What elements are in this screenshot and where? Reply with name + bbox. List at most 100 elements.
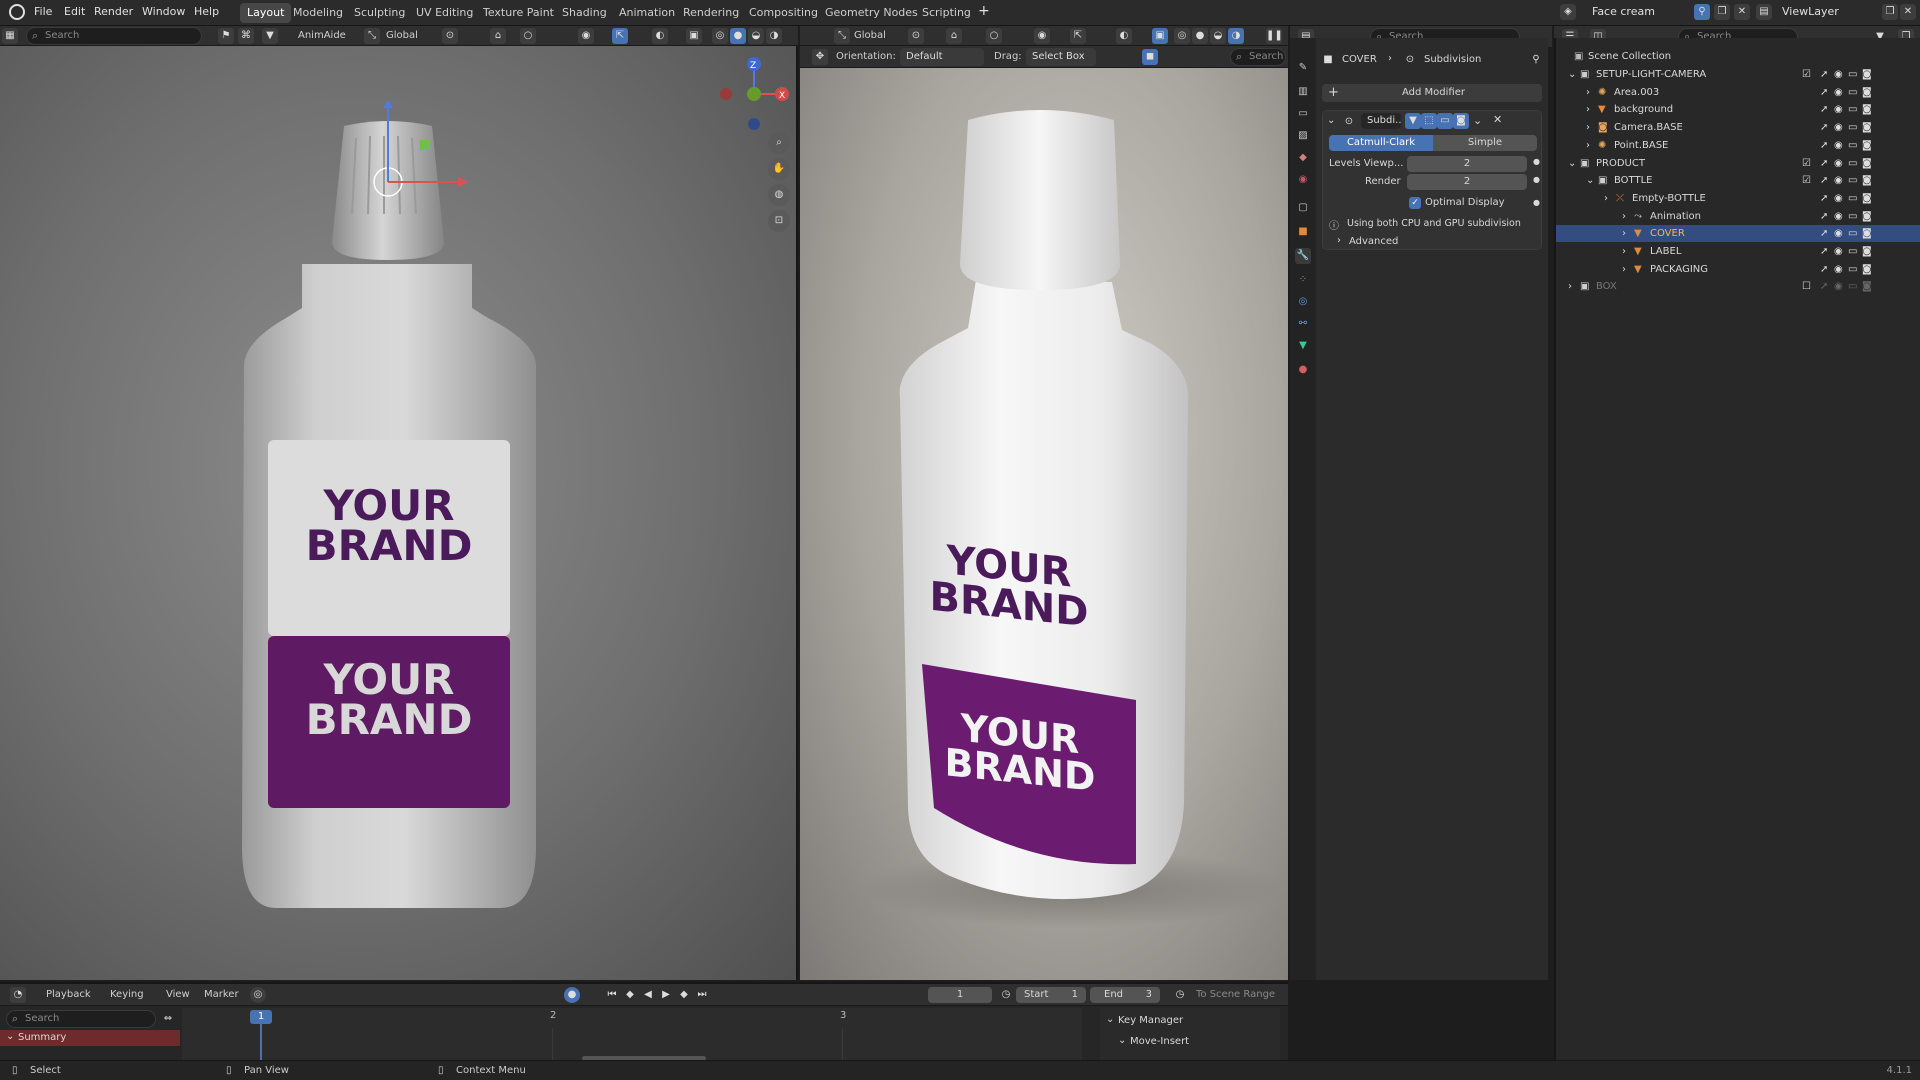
tab-rendering[interactable]: Rendering	[676, 3, 746, 23]
output-tab-icon[interactable]: ▭	[1295, 106, 1311, 122]
viewport-toggle-icon[interactable]: ▭	[1848, 190, 1857, 207]
select-arrow-icon[interactable]: ➚	[1820, 208, 1828, 225]
xray-icon[interactable]: ▣	[686, 28, 702, 44]
eye-icon[interactable]: ◉	[1834, 225, 1843, 242]
outliner-row[interactable]: › ✺ Area.003 ➚ ◉ ▭ ◙	[1556, 84, 1920, 101]
next-keyframe-icon[interactable]: ◆	[676, 987, 692, 1003]
to-scene-range-button[interactable]: To Scene Range	[1196, 989, 1275, 1000]
eye-icon[interactable]: ◉	[1834, 155, 1843, 172]
viewport-toggle-icon[interactable]: ▭	[1848, 101, 1857, 118]
select-arrow-icon[interactable]: ➚	[1820, 84, 1828, 101]
select-arrow-icon[interactable]: ➚	[1820, 243, 1828, 260]
select-arrow-icon[interactable]: ➚	[1820, 137, 1828, 154]
start-frame-field[interactable]: Start 1	[1016, 987, 1086, 1003]
current-frame-field[interactable]: 1	[928, 987, 992, 1003]
snap-icon[interactable]: ⌂	[946, 28, 962, 44]
expand-chevron-icon[interactable]: ⌄	[1568, 155, 1576, 172]
transform-dropdown[interactable]: Global	[854, 30, 886, 41]
expand-chevron-icon[interactable]: ›	[1568, 278, 1572, 295]
tab-sculpting[interactable]: Sculpting	[347, 3, 412, 23]
constraints-tab-icon[interactable]: ⚯	[1295, 316, 1311, 332]
eye-icon[interactable]: ◉	[1834, 172, 1843, 189]
editor-type-icon[interactable]: ▦	[2, 28, 18, 44]
render-levels-field[interactable]: 2	[1407, 174, 1527, 190]
expand-chevron-icon[interactable]: ›	[1586, 137, 1590, 154]
render-toggle-icon[interactable]: ◙	[1862, 101, 1872, 118]
collection-tab-icon[interactable]: ▢	[1295, 200, 1311, 216]
render-display-icon[interactable]: ◙	[1453, 113, 1469, 129]
scene-tab-icon[interactable]: ◆	[1295, 150, 1311, 166]
expand-chevron-icon[interactable]: ›	[1622, 243, 1626, 260]
particles-tab-icon[interactable]: ⁘	[1295, 272, 1311, 288]
move-icon[interactable]: ✥	[812, 49, 828, 65]
animaide-label[interactable]: AnimAide	[298, 30, 346, 41]
tool-tab-icon[interactable]: ✎	[1295, 60, 1311, 76]
summary-channel[interactable]: ⌄ Summary	[0, 1030, 180, 1046]
expand-chevron-icon[interactable]: ›	[1586, 101, 1590, 118]
close-icon[interactable]: ✕	[1734, 4, 1750, 20]
outliner-row[interactable]: › ▼ PACKAGING ➚ ◉ ▭ ◙	[1556, 261, 1920, 278]
modifier-tab-icon[interactable]: 🔧	[1295, 248, 1311, 264]
outliner-row[interactable]: ⌄ ▣ PRODUCT ➚ ◉ ▭ ◙ ☑	[1556, 155, 1920, 172]
playhead-frame[interactable]: 1	[250, 1010, 272, 1024]
select-arrow-icon[interactable]: ➚	[1820, 155, 1828, 172]
play-icon[interactable]: ▶	[658, 987, 674, 1003]
timeline-editor-icon[interactable]: ◔	[10, 987, 26, 1003]
eye-icon[interactable]: ◉	[1834, 119, 1843, 136]
clock-icon[interactable]: ◷	[998, 987, 1014, 1003]
view-layer-tab-icon[interactable]: ▨	[1295, 128, 1311, 144]
expand-chevron-icon[interactable]: ›	[1586, 84, 1590, 101]
move-insert-chevron-icon[interactable]: ⌄	[1118, 1035, 1126, 1046]
levels-viewport-field[interactable]: 2	[1407, 156, 1527, 172]
add-workspace-icon[interactable]: +	[978, 3, 990, 19]
physics-tab-icon[interactable]: ◎	[1295, 294, 1311, 310]
end-frame-field[interactable]: End 3	[1090, 987, 1160, 1003]
eye-icon[interactable]: ◉	[1834, 137, 1843, 154]
expand-chevron-icon[interactable]: ›	[1604, 190, 1608, 207]
select-arrow-icon[interactable]: ➚	[1820, 278, 1828, 295]
viewport-toggle-icon[interactable]: ▭	[1848, 155, 1857, 172]
outliner-row-scene-collection[interactable]: ▣ Scene Collection	[1556, 48, 1920, 65]
viewport-display-icon[interactable]: ▭	[1437, 113, 1453, 129]
wireframe-shading-icon[interactable]: ◎	[1174, 28, 1190, 44]
lock-icon[interactable]: ⊡	[768, 210, 790, 232]
outliner-row[interactable]: › ⤫ Empty-BOTTLE ➚ ◉ ▭ ◙	[1556, 190, 1920, 207]
pivot-icon[interactable]: ⊙	[908, 28, 924, 44]
advanced-chevron-icon[interactable]: ›	[1337, 235, 1341, 246]
select-arrow-icon[interactable]: ➚	[1820, 66, 1828, 83]
key-manager-label[interactable]: Key Manager	[1118, 1015, 1183, 1026]
exclude-checkbox[interactable]: ☐	[1802, 278, 1811, 295]
view-layer-icon[interactable]: ▤	[1756, 4, 1772, 20]
menu-playback[interactable]: Playback	[46, 989, 91, 1000]
data-tab-icon[interactable]: ▼	[1295, 338, 1311, 354]
eye-icon[interactable]: ◉	[1834, 84, 1843, 101]
viewport-toggle-icon[interactable]: ▭	[1848, 119, 1857, 136]
blender-logo-icon[interactable]	[9, 4, 25, 20]
add-modifier-button[interactable]: + Add Modifier	[1322, 84, 1542, 102]
menu-help[interactable]: Help	[194, 5, 219, 18]
drag-dropdown[interactable]: Select Box	[1026, 48, 1096, 66]
move-insert-label[interactable]: Move-Insert	[1130, 1036, 1189, 1047]
eye-icon[interactable]: ◉	[1834, 261, 1843, 278]
viewport-toggle-icon[interactable]: ▭	[1848, 225, 1857, 242]
tab-geometry-nodes[interactable]: Geometry Nodes	[818, 3, 925, 23]
select-arrow-icon[interactable]: ➚	[1820, 225, 1828, 242]
viewport-rendered[interactable]: YOUR BRAND YOUR BRAND	[800, 68, 1288, 980]
render-toggle-icon[interactable]: ◙	[1862, 190, 1872, 207]
proportional-edit-icon[interactable]: ○	[520, 28, 536, 44]
expand-chevron-icon[interactable]: ›	[1622, 261, 1626, 278]
outliner-row[interactable]: › ⤳ Animation ➚ ◉ ▭ ◙	[1556, 208, 1920, 225]
pivot-icon[interactable]: ⊙	[442, 28, 458, 44]
select-mode-icon[interactable]: ◼	[1142, 49, 1158, 65]
exclude-checkbox[interactable]: ☑	[1802, 66, 1811, 83]
viewport-toggle-icon[interactable]: ▭	[1848, 208, 1857, 225]
gizmo-icon[interactable]: ⇱	[612, 28, 628, 44]
eye-icon[interactable]: ◉	[1834, 190, 1843, 207]
optimal-keyframe-dot[interactable]: ●	[1533, 198, 1540, 207]
render-toggle-icon[interactable]: ◙	[1862, 119, 1872, 136]
bookmark-icon[interactable]: ⚑	[218, 28, 234, 44]
orientation-dropdown[interactable]: Default	[900, 48, 984, 66]
catmull-clark-toggle[interactable]: Catmull-Clark	[1329, 135, 1433, 151]
viewport-toggle-icon[interactable]: ▭	[1848, 172, 1857, 189]
viewport-toggle-icon[interactable]: ▭	[1848, 66, 1857, 83]
